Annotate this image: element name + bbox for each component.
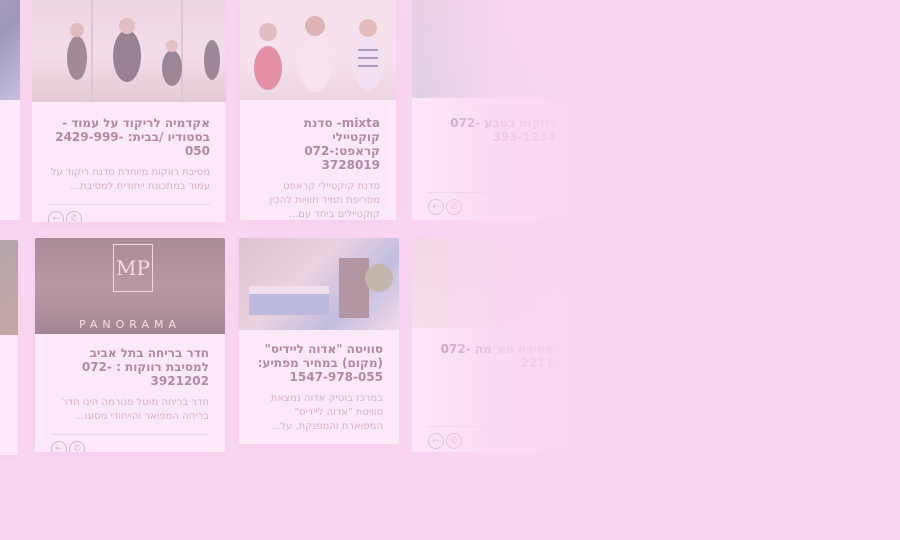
card-faded-bottom-right[interactable]: מסיבת פיג׳מה 072-2211 ← ✆ bbox=[412, 238, 570, 452]
card-image: MP PANORAMA bbox=[35, 238, 225, 334]
background-scene: אקדמיה לריקוד על עמוד - בסטודיו /בבית: 2… bbox=[0, 0, 900, 540]
card-title: רווקות בטבע 072-393-1234 bbox=[450, 116, 556, 144]
card-divider bbox=[48, 204, 210, 205]
card-title: סוויטה "אדוה ליידיס"(מקום) במחיר מפתיע: … bbox=[257, 342, 383, 384]
arrow-left-icon[interactable]: ← bbox=[51, 441, 67, 452]
card-actions: ← ✆ bbox=[428, 433, 554, 449]
phone-icon[interactable]: ✆ bbox=[66, 211, 82, 222]
card-divider bbox=[428, 426, 554, 427]
card-image bbox=[412, 0, 572, 98]
card-image bbox=[240, 0, 396, 100]
card-image bbox=[0, 240, 18, 335]
pole-dancers-illustration bbox=[67, 0, 220, 102]
card-title: מסיבת פיג׳מה 072-2211 bbox=[440, 342, 554, 370]
card-image bbox=[32, 0, 226, 102]
arrow-left-icon[interactable]: ← bbox=[428, 433, 444, 449]
card-divider bbox=[428, 192, 556, 193]
card-pole-dance[interactable]: אקדמיה לריקוד על עמוד - בסטודיו /בבית: 2… bbox=[32, 0, 226, 222]
card-faded-top-right[interactable]: רווקות בטבע 072-393-1234 ← ✆ bbox=[412, 0, 572, 220]
phone-icon[interactable]: ✆ bbox=[446, 433, 462, 449]
card-description: חדר בריחה מוטל פנורמה הינו חדר בריחה המפ… bbox=[61, 397, 209, 422]
mp-logo: MP bbox=[113, 244, 153, 292]
card-partial-left-top[interactable] bbox=[0, 0, 20, 220]
suite-room-illustration bbox=[249, 258, 393, 318]
card-actions: ← ✆ bbox=[48, 211, 210, 222]
card-title: אקדמיה לריקוד על עמוד - בסטודיו /בבית: 2… bbox=[55, 116, 210, 158]
card-title: חדר בריחה בתל אביב למסיבת רווקות : 072-3… bbox=[81, 346, 209, 388]
card-cocktail-workshop[interactable]: mixta- סדנת קוקטיילי קראפט:072-3728019 ס… bbox=[240, 0, 396, 220]
card-title: mixta- סדנת קוקטיילי קראפט:072-3728019 bbox=[303, 116, 380, 172]
card-escape-room[interactable]: MP PANORAMA חדר בריחה בתל אביב למסיבת רו… bbox=[35, 238, 225, 452]
card-description: סדנת קוקטיילי קראפט מסריפת תמיד חוויות ל… bbox=[269, 181, 380, 220]
cocktail-people-illustration bbox=[254, 16, 382, 92]
card-suite[interactable]: סוויטה "אדוה ליידיס"(מקום) במחיר מפתיע: … bbox=[239, 238, 399, 444]
card-partial-left-bottom[interactable] bbox=[0, 240, 18, 455]
arrow-left-icon[interactable]: ← bbox=[48, 211, 64, 222]
panorama-label: PANORAMA bbox=[78, 318, 182, 331]
card-actions: ← ✆ bbox=[51, 441, 209, 452]
card-description: מסיבת רווקות מיוחדת סדנת ריקוד על עמוד ב… bbox=[50, 167, 210, 192]
card-image bbox=[239, 238, 399, 330]
card-divider bbox=[51, 434, 209, 435]
card-actions: ← ✆ bbox=[428, 199, 556, 215]
arrow-left-icon[interactable]: ← bbox=[428, 199, 444, 215]
card-image bbox=[0, 0, 20, 100]
card-description: במרכז בוטיק אדוה נמצאת סוויטת "אדוה לייד… bbox=[270, 393, 383, 432]
card-image bbox=[412, 238, 570, 328]
phone-icon[interactable]: ✆ bbox=[446, 199, 462, 215]
phone-icon[interactable]: ✆ bbox=[69, 441, 85, 452]
